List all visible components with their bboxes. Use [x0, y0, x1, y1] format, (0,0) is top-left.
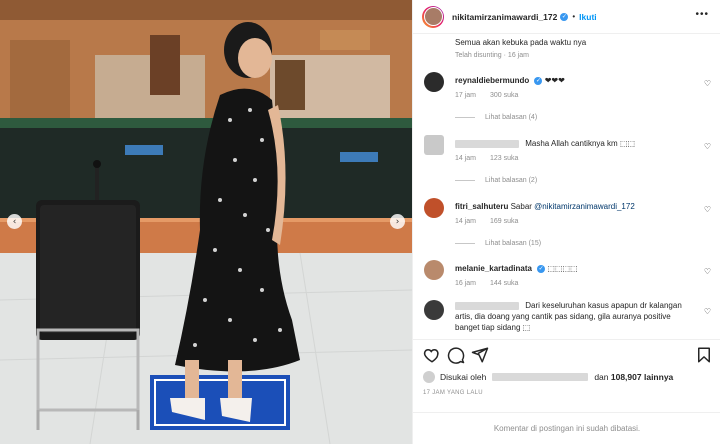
comment-time[interactable]: 17 jam [455, 92, 476, 99]
like-comment-heart-icon[interactable]: ♡ [704, 267, 711, 276]
like-comment-heart-icon[interactable]: ♡ [704, 205, 711, 214]
comment-text: ⬚⬚⬚⬚ [547, 264, 578, 273]
comment-time[interactable]: 16 jam [455, 280, 476, 287]
post-details-panel: nikitamirzanimawardi_172 ✓ • Ikuti ••• S… [412, 0, 720, 444]
liker-username-blurred[interactable] [492, 373, 589, 381]
commenter-avatar-blurred[interactable] [424, 135, 444, 155]
courtroom-photo-illustration [0, 0, 412, 444]
header-separator: • [572, 12, 576, 21]
verified-badge-icon: ✓ [560, 12, 569, 21]
comments-restricted-notice: Komentar di postingan ini sudah dibatasi… [413, 412, 720, 444]
author-username[interactable]: nikitamirzanimawardi_172 [452, 12, 557, 22]
commenter-username[interactable]: reynaldiebermundo [455, 76, 529, 85]
comment-likes[interactable]: 144 suka [490, 280, 518, 287]
post-header: nikitamirzanimawardi_172 ✓ • Ikuti ••• [413, 0, 720, 34]
share-send-icon[interactable] [471, 346, 489, 364]
commenter-username[interactable]: fitri_salhuteru [455, 202, 508, 211]
commenter-avatar-blurred[interactable] [424, 300, 444, 320]
more-options-icon[interactable]: ••• [695, 10, 709, 20]
commenter-avatar[interactable] [424, 72, 444, 92]
verified-badge-icon: ✓ [534, 76, 543, 85]
commenter-username[interactable]: melanie_kartadinata [455, 264, 532, 273]
comment-likes[interactable]: 169 suka [490, 218, 518, 225]
commenter-username-blurred[interactable] [455, 301, 519, 310]
commenter-avatar[interactable] [424, 198, 444, 218]
comment-likes[interactable]: 123 suka [490, 155, 518, 162]
likes-middle: dan [594, 372, 609, 382]
verified-badge-icon: ✓ [537, 264, 546, 273]
post-timestamp[interactable]: 17 JAM YANG LALU [423, 390, 483, 396]
caption-text: Semua akan kebuka pada waktu nya [455, 38, 587, 47]
next-photo-button[interactable]: › [390, 214, 405, 229]
comment-bubble-icon[interactable] [447, 346, 465, 364]
likes-summary[interactable]: Disukai oleh dan 108,907 lainnya [423, 369, 673, 385]
comment-text: Masha Allah cantiknya km ⬚⬚ [525, 139, 636, 148]
like-heart-icon[interactable] [423, 346, 441, 364]
follow-button[interactable]: Ikuti [579, 12, 596, 22]
commenter-username-blurred[interactable] [455, 139, 519, 148]
comment-likes[interactable]: 300 suka [490, 92, 518, 99]
comments-list[interactable]: Semua akan kebuka pada waktu nya Telah d… [413, 34, 720, 339]
view-replies-button[interactable]: Lihat balasan (2) [455, 177, 537, 184]
comment-text: ❤❤❤ [544, 76, 565, 85]
view-replies-button[interactable]: Lihat balasan (4) [455, 114, 537, 121]
post-actions-bar [413, 339, 720, 369]
save-bookmark-icon[interactable] [695, 346, 713, 364]
like-comment-heart-icon[interactable]: ♡ [704, 142, 711, 151]
comment-time[interactable]: 14 jam [455, 218, 476, 225]
comment-time[interactable]: 14 jam [455, 155, 476, 162]
comment-mention[interactable]: @nikitamirzanimawardi_172 [534, 202, 635, 211]
caption-meta: Telah disunting · 16 jam [455, 52, 529, 59]
author-avatar[interactable] [422, 5, 444, 28]
likes-prefix: Disukai oleh [440, 372, 487, 382]
likes-suffix[interactable]: lainnya [644, 372, 673, 382]
view-replies-button[interactable]: Lihat balasan (15) [455, 240, 541, 247]
previous-photo-button[interactable]: ‹ [7, 214, 22, 229]
post-photo[interactable]: ‹ › [0, 0, 412, 444]
comment-text: Sabar [510, 202, 535, 211]
like-comment-heart-icon[interactable]: ♡ [704, 307, 711, 316]
likes-count[interactable]: 108,907 [611, 372, 642, 382]
liker-avatar [423, 371, 435, 383]
commenter-avatar[interactable] [424, 260, 444, 280]
like-comment-heart-icon[interactable]: ♡ [704, 79, 711, 88]
